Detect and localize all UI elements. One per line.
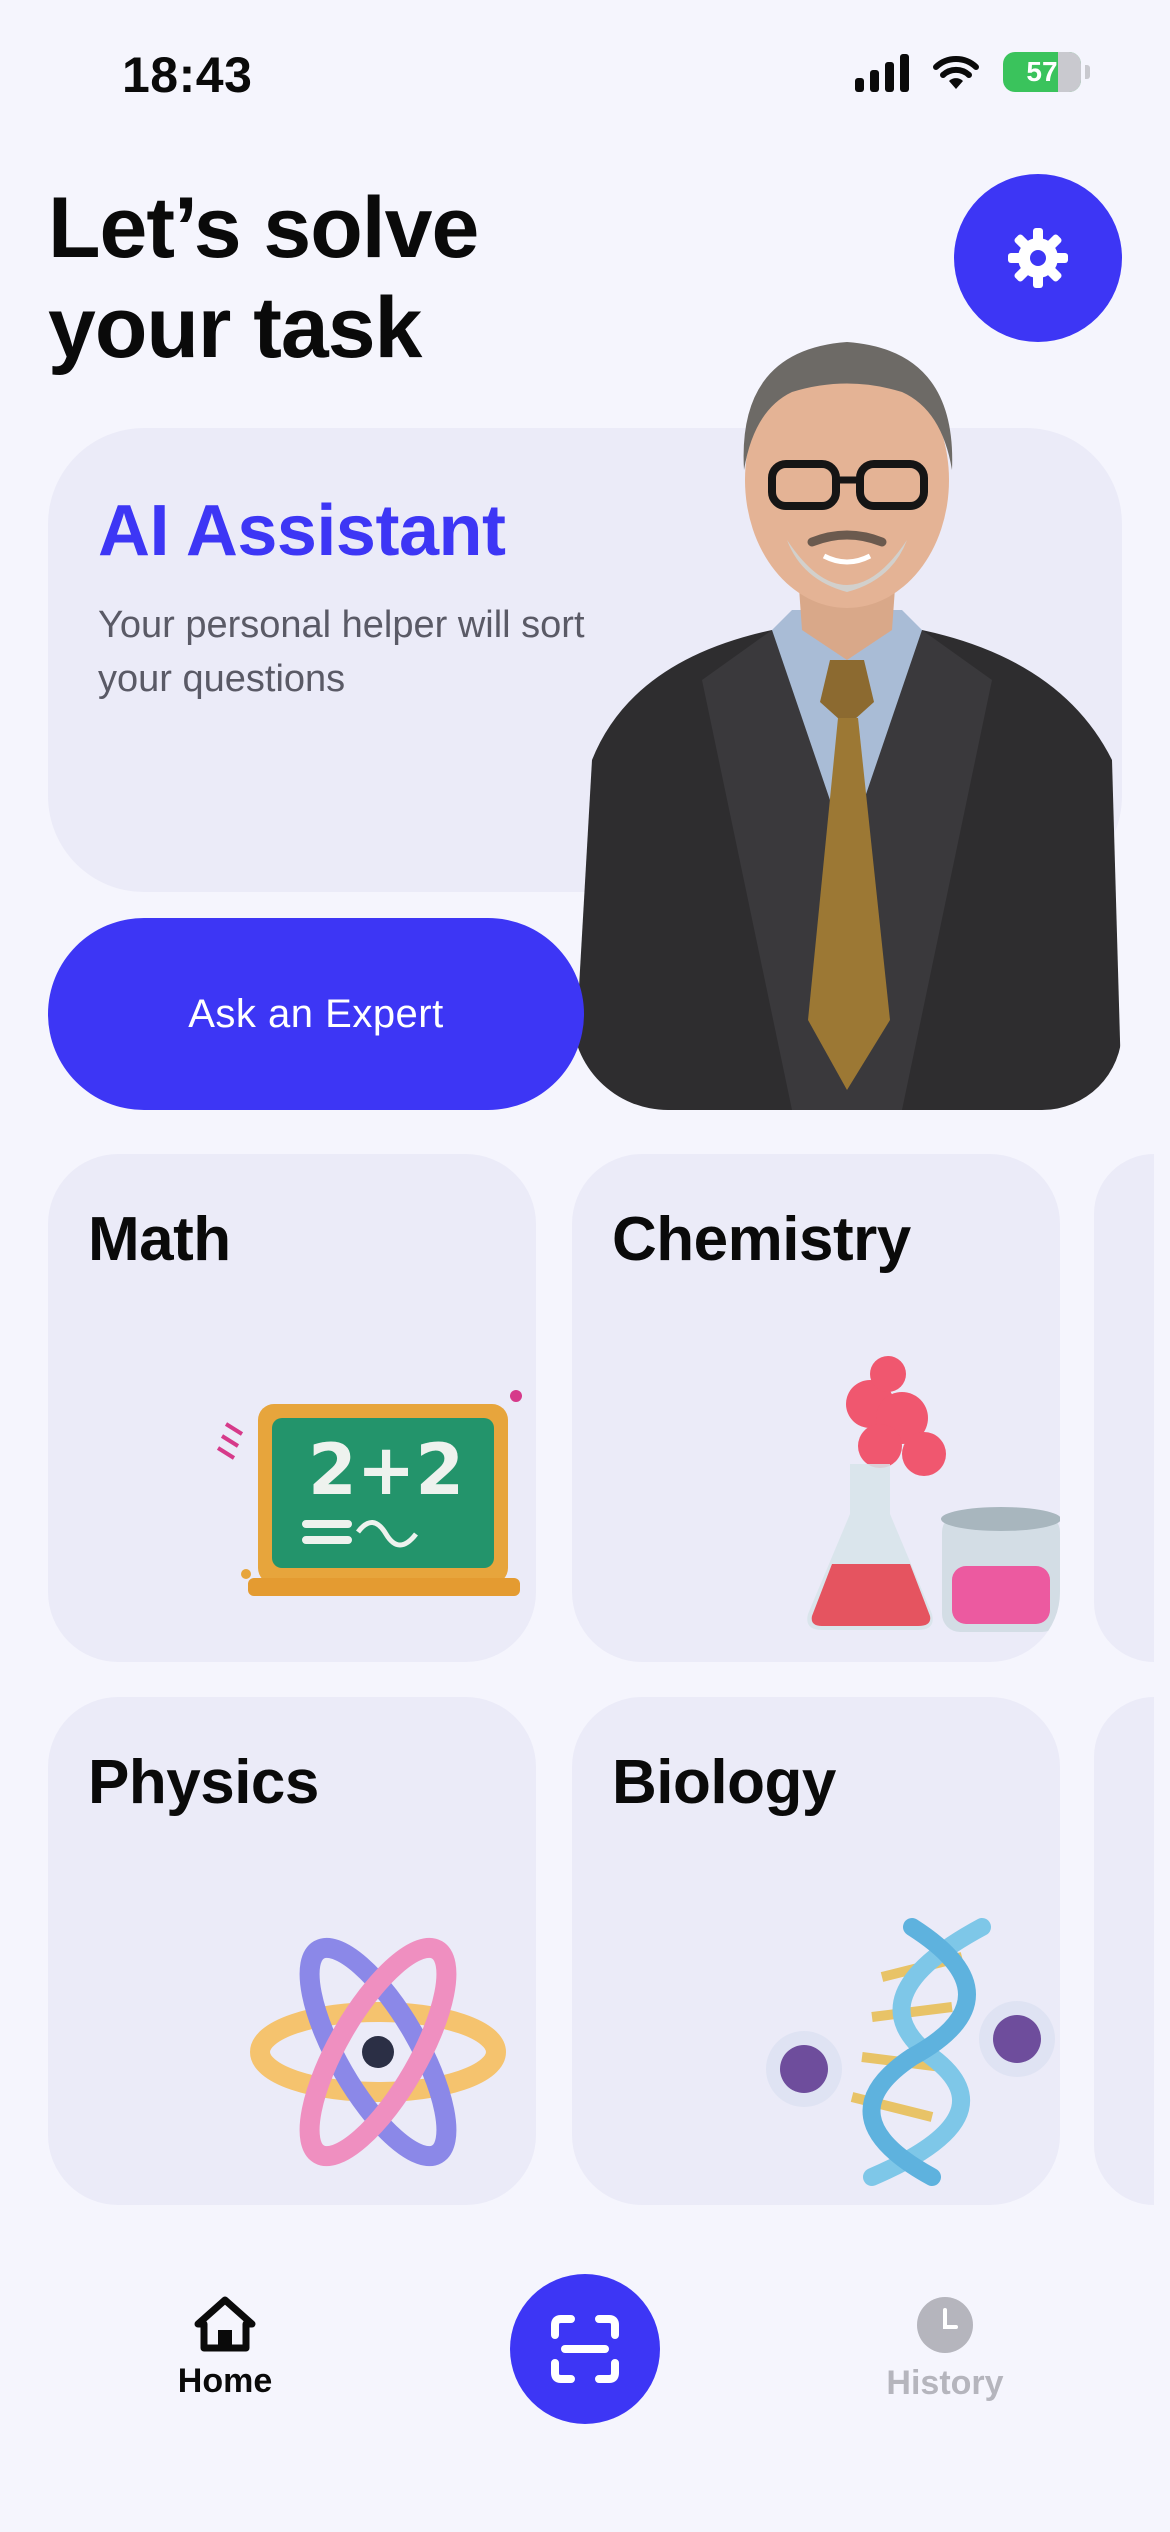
subject-card-next[interactable] xyxy=(1094,1697,1154,2205)
home-icon xyxy=(194,2296,256,2352)
subject-card-biology[interactable]: Biology xyxy=(572,1697,1060,2205)
subject-label: Biology xyxy=(612,1748,836,1817)
home-screen: 18:43 57 Let’s solve your task AI Assist… xyxy=(0,0,1170,2532)
clock-icon xyxy=(917,2297,973,2353)
battery-level: 57 xyxy=(1026,56,1058,87)
page-title: Let’s solve your task xyxy=(48,180,479,376)
tab-history[interactable]: History xyxy=(870,2296,1020,2403)
chemistry-flask-icon xyxy=(807,1356,1060,1632)
status-icons: 57 xyxy=(855,52,1090,92)
chalkboard-icon: 2+2 xyxy=(216,1390,522,1596)
expert-photo xyxy=(572,330,1122,1110)
battery-icon: 57 xyxy=(1003,52,1081,92)
subject-card-physics[interactable]: Physics xyxy=(48,1697,536,2205)
wifi-icon xyxy=(933,56,979,89)
scan-button[interactable] xyxy=(510,2274,660,2424)
svg-text:2+2: 2+2 xyxy=(308,1429,464,1511)
subject-card-next[interactable] xyxy=(1094,1154,1154,1662)
settings-button[interactable] xyxy=(954,174,1122,342)
subject-card-math[interactable]: Math 2+2 xyxy=(48,1154,536,1662)
ask-expert-button[interactable]: Ask an Expert xyxy=(48,918,584,1110)
subject-label: Physics xyxy=(88,1748,319,1817)
gear-icon xyxy=(1008,228,1068,288)
tab-home[interactable]: Home xyxy=(160,2296,290,2401)
dna-icon xyxy=(766,1918,1055,2186)
tab-home-label: Home xyxy=(177,2362,273,2400)
subject-card-chemistry[interactable]: Chemistry xyxy=(572,1154,1060,1662)
subject-label: Math xyxy=(88,1205,231,1274)
ai-assistant-title: AI Assistant xyxy=(98,491,506,571)
subject-label: Chemistry xyxy=(612,1205,911,1274)
cellular-signal-icon xyxy=(855,52,909,92)
atom-icon xyxy=(250,1937,506,2167)
status-time: 18:43 xyxy=(122,47,253,103)
battery-cap xyxy=(1085,65,1090,79)
scan-icon xyxy=(551,2315,619,2383)
tab-history-label: History xyxy=(886,2364,1004,2402)
